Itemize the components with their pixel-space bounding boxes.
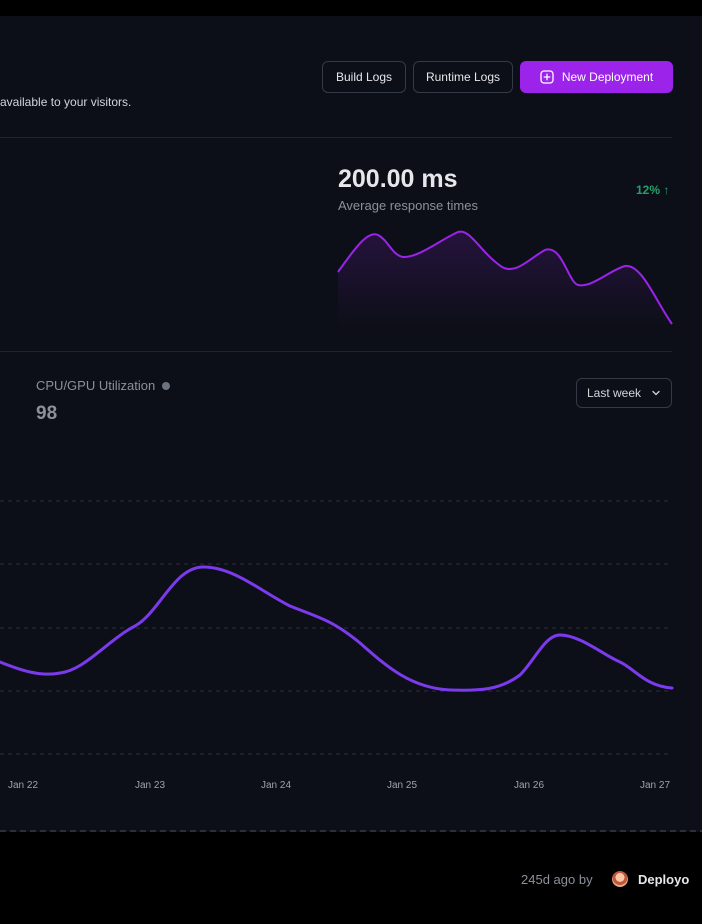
time-range-value: Last week <box>587 386 642 400</box>
new-deployment-label: New Deployment <box>561 70 654 84</box>
chevron-down-icon <box>652 390 660 396</box>
x-tick-label: Jan 27 <box>640 780 670 791</box>
cpu-utilization-chart: Jan 22 Jan 23 Jan 24 Jan 25 Jan 26 Jan 27 <box>0 500 674 791</box>
panel-edge <box>0 830 702 832</box>
deployer-name[interactable]: Deployo <box>638 872 689 887</box>
cpu-utilization-label-row: CPU/GPU Utilization <box>36 378 171 393</box>
section-divider <box>0 137 672 138</box>
section-divider <box>0 351 672 352</box>
time-range-select[interactable]: Last week <box>576 378 672 408</box>
response-sparkline <box>337 230 673 330</box>
cpu-utilization-label: CPU/GPU Utilization <box>36 378 156 393</box>
build-logs-button[interactable]: Build Logs <box>322 61 406 93</box>
response-time-label: Average response times <box>338 198 478 213</box>
avatar <box>612 871 628 887</box>
x-tick-label: Jan 25 <box>387 780 417 791</box>
deployment-subtitle: available to your visitors. <box>0 95 132 109</box>
new-deployment-button[interactable]: New Deployment <box>520 61 673 93</box>
response-time-value: 200.00 ms <box>338 165 458 193</box>
x-tick-label: Jan 22 <box>8 780 38 791</box>
cpu-utilization-value: 98 <box>36 403 58 424</box>
runtime-logs-button[interactable]: Runtime Logs <box>413 61 513 93</box>
sparkline-area <box>338 231 672 330</box>
x-tick-label: Jan 24 <box>261 780 291 791</box>
deployment-age: 245d ago by <box>521 872 593 887</box>
x-tick-label: Jan 26 <box>514 780 544 791</box>
info-icon[interactable] <box>162 381 171 390</box>
cpu-series-line <box>0 565 674 692</box>
x-tick-label: Jan 23 <box>135 780 165 791</box>
plus-square-icon <box>540 70 554 84</box>
response-time-delta: 12% ↑ <box>636 183 670 197</box>
